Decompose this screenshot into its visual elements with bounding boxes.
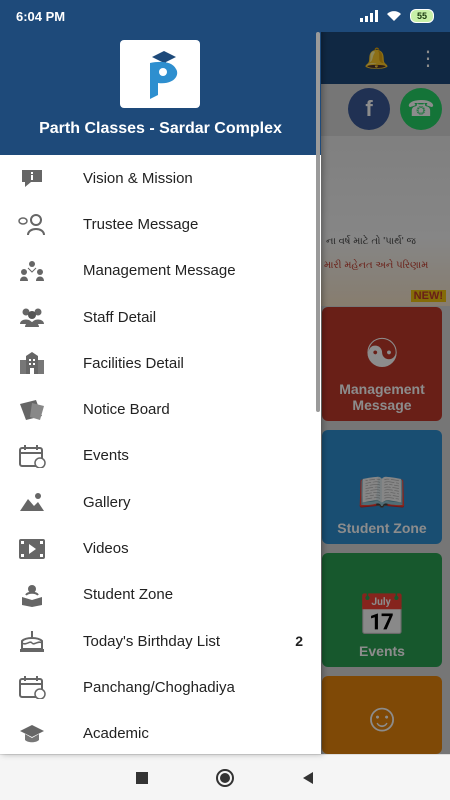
menu-item-videos[interactable]: Videos bbox=[0, 525, 321, 571]
menu-label: Facilities Detail bbox=[83, 354, 184, 372]
status-time: 6:04 PM bbox=[16, 8, 66, 24]
system-nav-bar bbox=[0, 754, 450, 800]
home-button[interactable] bbox=[210, 763, 240, 793]
circle-icon bbox=[215, 768, 234, 787]
menu-label: Academic bbox=[83, 725, 149, 743]
app-logo bbox=[120, 40, 200, 108]
menu-label: Student Zone bbox=[83, 586, 174, 604]
menu-item-management-message[interactable]: Management Message bbox=[0, 248, 321, 294]
navigation-drawer: Parth Classes - Sardar Complex Vision & … bbox=[0, 0, 321, 754]
menu-label: Events bbox=[83, 447, 129, 465]
menu-item-student-zone[interactable]: Student Zone bbox=[0, 572, 321, 618]
gallery-icon bbox=[18, 488, 46, 516]
status-bar: 6:04 PM 55 bbox=[0, 0, 450, 32]
menu-item-vision-mission[interactable]: Vision & Mission bbox=[0, 155, 321, 201]
trustee-icon bbox=[18, 210, 46, 238]
menu-item-panchang[interactable]: Panchang/Choghadiya bbox=[0, 664, 321, 710]
menu-item-birthday-list[interactable]: Today's Birthday List 2 bbox=[0, 618, 321, 664]
drawer-menu: Vision & Mission Trustee Message Managem… bbox=[0, 155, 321, 757]
management-icon bbox=[18, 257, 46, 285]
notice-icon bbox=[18, 396, 46, 424]
menu-item-academic[interactable]: Academic bbox=[0, 711, 321, 757]
menu-label: Today's Birthday List bbox=[83, 632, 221, 650]
menu-label: Notice Board bbox=[83, 401, 170, 419]
menu-label: Gallery bbox=[83, 493, 131, 511]
menu-item-facilities-detail[interactable]: Facilities Detail bbox=[0, 340, 321, 386]
menu-item-events[interactable]: Events bbox=[0, 433, 321, 479]
menu-label: Staff Detail bbox=[83, 308, 157, 326]
menu-item-trustee-message[interactable]: Trustee Message bbox=[0, 201, 321, 247]
calendar-icon bbox=[18, 673, 46, 701]
logo-icon bbox=[150, 51, 178, 99]
menu-label: Management Message bbox=[83, 262, 236, 280]
menu-item-gallery[interactable]: Gallery bbox=[0, 479, 321, 525]
menu-label: Videos bbox=[83, 540, 129, 558]
menu-label: Trustee Message bbox=[83, 215, 199, 233]
back-triangle-icon bbox=[303, 771, 314, 784]
menu-item-staff-detail[interactable]: Staff Detail bbox=[0, 294, 321, 340]
info-icon bbox=[18, 164, 46, 192]
calendar-icon bbox=[18, 442, 46, 470]
square-icon bbox=[135, 771, 148, 784]
cake-icon bbox=[18, 627, 46, 655]
brand-name: Parth Classes - Sardar Complex bbox=[39, 120, 282, 137]
staff-icon bbox=[18, 303, 46, 331]
signal-icon bbox=[359, 10, 378, 22]
wifi-icon bbox=[386, 11, 401, 21]
menu-label: Vision & Mission bbox=[83, 169, 193, 187]
battery-icon: 55 bbox=[409, 9, 434, 23]
drawer-scrollbar[interactable] bbox=[316, 32, 320, 412]
menu-label: Panchang/Choghadiya bbox=[83, 678, 235, 696]
status-icons: 55 bbox=[359, 9, 434, 23]
menu-item-notice-board[interactable]: Notice Board bbox=[0, 386, 321, 432]
birthday-count-badge: 2 bbox=[295, 633, 303, 650]
building-icon bbox=[18, 349, 46, 377]
graduation-cap-icon bbox=[18, 720, 46, 748]
back-button[interactable] bbox=[293, 763, 323, 793]
video-icon bbox=[18, 535, 46, 563]
recents-button[interactable] bbox=[127, 763, 157, 793]
student-zone-icon bbox=[18, 581, 46, 609]
